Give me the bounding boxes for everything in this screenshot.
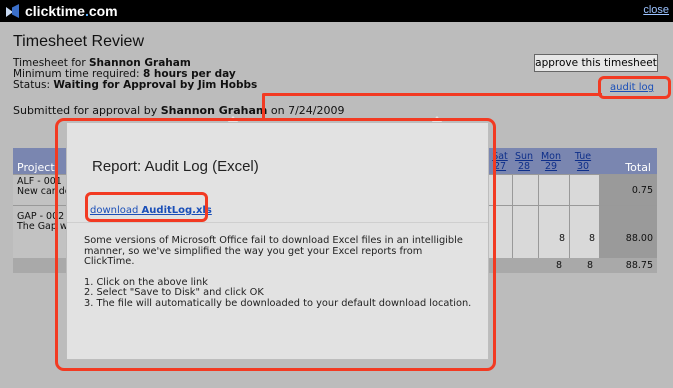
status-value: Waiting for Approval by Jim Hobbs	[53, 79, 258, 91]
time-cell[interactable]: 8	[569, 206, 599, 258]
audit-log-link[interactable]: audit log	[610, 82, 654, 93]
project-column-header: Project	[17, 161, 55, 174]
clicktime-logo-icon	[6, 4, 20, 18]
day-column-mon[interactable]: Mon 29	[540, 152, 562, 172]
status-label: Status:	[13, 79, 54, 91]
connector-line-vertical	[262, 93, 265, 119]
page-title: Timesheet Review	[13, 33, 145, 50]
row-total-cell: 88.00	[599, 206, 657, 258]
time-cell[interactable]: 8	[538, 206, 569, 258]
day-column-sun[interactable]: Sun 28	[513, 152, 535, 172]
time-cell[interactable]	[538, 175, 569, 205]
total-column-header: Total	[625, 161, 651, 174]
row-total-cell: 0.75	[599, 175, 657, 205]
summary-tue: 8	[587, 260, 594, 271]
clicktime-logo[interactable]: clicktime.com	[6, 2, 118, 20]
download-link-highlight	[85, 192, 208, 222]
submitted-line: Submitted for approval by Shannon Graham…	[13, 104, 345, 117]
time-cell[interactable]	[569, 175, 599, 205]
top-bar: clicktime.com close	[0, 0, 673, 22]
approve-timesheet-button[interactable]: approve this timesheet	[534, 54, 658, 72]
summary-mon: 8	[556, 260, 563, 271]
summary-total: 88.75	[625, 260, 653, 271]
day-column-tue[interactable]: Tue 30	[572, 152, 594, 172]
logo-text: clicktime.com	[25, 3, 118, 19]
dialog-highlight	[55, 118, 496, 371]
connector-line	[264, 93, 602, 96]
timesheet-info: Timesheet for Shannon Graham Minimum tim…	[13, 58, 257, 91]
close-link[interactable]: close	[643, 4, 669, 16]
time-cell[interactable]	[512, 175, 538, 205]
time-cell[interactable]	[512, 206, 538, 258]
